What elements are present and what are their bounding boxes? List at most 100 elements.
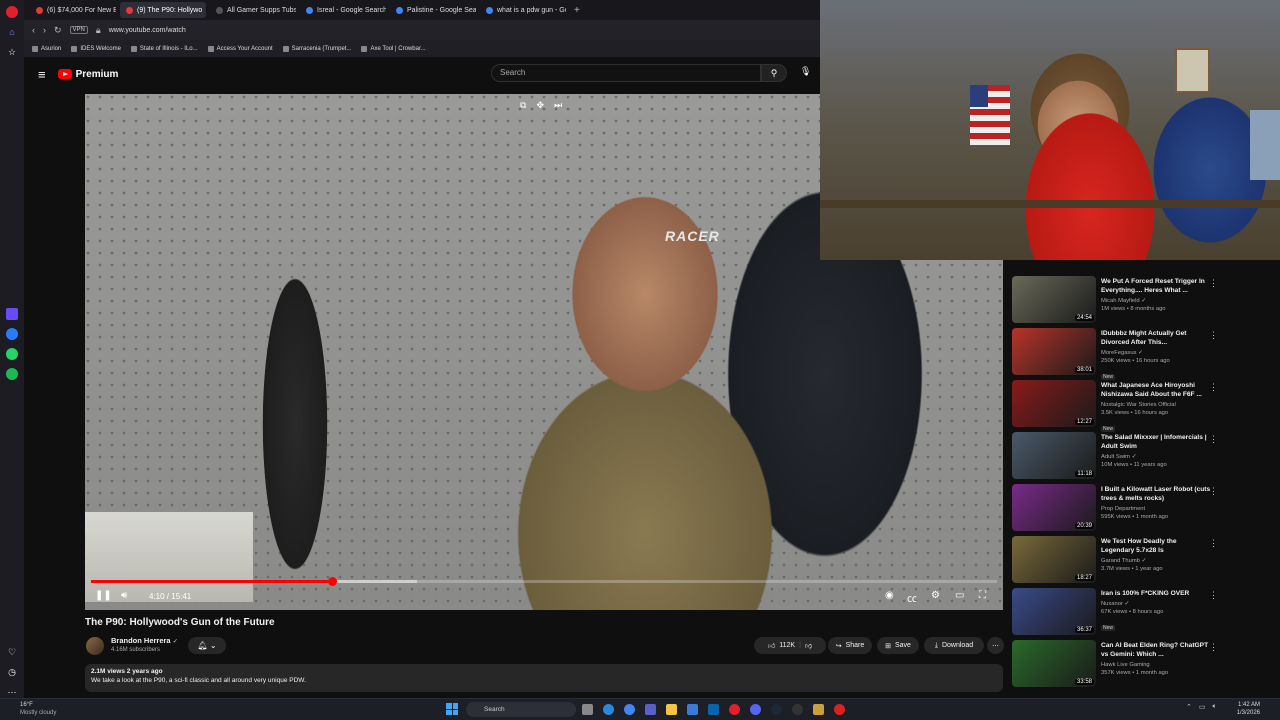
network-icon[interactable]: ▭ bbox=[1199, 703, 1206, 711]
search-input[interactable]: Search bbox=[491, 64, 761, 82]
miniplayer-icon[interactable]: ⧉ bbox=[520, 100, 526, 111]
recommended-channel[interactable]: Hawk Live Gaming bbox=[1101, 661, 1211, 669]
browser-tab[interactable]: Isreal - Google Search bbox=[300, 2, 386, 18]
url-field[interactable]: www.youtube.com/watch bbox=[109, 27, 186, 34]
recommended-channel[interactable]: Nostalgic War Stories Official bbox=[1101, 401, 1211, 409]
progress-bar[interactable] bbox=[91, 577, 997, 586]
app-icon[interactable] bbox=[813, 704, 824, 715]
reload-icon[interactable]: ↻ bbox=[54, 25, 62, 36]
home-icon[interactable]: ⌂ bbox=[6, 26, 18, 38]
notification-bell-button[interactable]: 🔔︎ ⌄ bbox=[188, 637, 226, 654]
video-thumbnail[interactable]: 33:58 bbox=[1012, 640, 1096, 687]
file-explorer-icon[interactable] bbox=[582, 704, 593, 715]
more-icon[interactable]: ⋯ bbox=[6, 686, 18, 698]
fullscreen-icon[interactable]: ⛶ bbox=[979, 590, 986, 601]
bookmark-item[interactable]: Asurion bbox=[32, 45, 61, 52]
back-icon[interactable]: ‹ bbox=[32, 25, 35, 35]
dislike-icon[interactable]: 👎︎ bbox=[805, 641, 812, 650]
video-thumbnail[interactable]: 18:27 bbox=[1012, 536, 1096, 583]
browser-tab[interactable]: (9) The P90: Hollywo bbox=[120, 2, 206, 18]
windows-start-icon[interactable] bbox=[446, 703, 458, 715]
browser-tab[interactable]: All Gamer Supps Tubs bbox=[210, 2, 296, 18]
discord-icon[interactable] bbox=[750, 704, 761, 715]
star-icon[interactable]: ☆ bbox=[6, 46, 18, 58]
recommended-channel[interactable]: Micah Mayfield ✓ bbox=[1101, 297, 1211, 305]
teams-icon[interactable] bbox=[645, 704, 656, 715]
recommended-video[interactable]: 33:58 Can AI Beat Elden Ring? ChatGPT vs … bbox=[1012, 640, 1222, 692]
download-button[interactable]: ⤓ Download bbox=[924, 637, 984, 654]
recommended-channel[interactable]: Prop Department bbox=[1101, 505, 1211, 513]
chrome-icon[interactable] bbox=[624, 704, 635, 715]
channel-name[interactable]: Brandon Herrera ✓ bbox=[111, 636, 178, 645]
recommended-channel[interactable]: Garand Thumb ✓ bbox=[1101, 557, 1211, 565]
bookmark-item[interactable]: State of Illinois - ILo... bbox=[130, 45, 198, 52]
share-button[interactable]: ↪ Share bbox=[828, 637, 872, 654]
edge-icon[interactable] bbox=[603, 704, 614, 715]
more-actions-button[interactable]: ⋯ bbox=[987, 637, 1004, 654]
pause-icon[interactable]: ❚❚ bbox=[95, 590, 112, 601]
autoplay-toggle-icon[interactable]: ◉ bbox=[885, 590, 894, 601]
recommended-title[interactable]: The Salad Mixxxer | Infomercials | Adult… bbox=[1101, 433, 1211, 451]
youtube-logo[interactable]: Premium bbox=[57, 69, 118, 80]
video-thumbnail[interactable]: 38:01 bbox=[1012, 328, 1096, 375]
channel-avatar[interactable] bbox=[86, 637, 104, 655]
recommended-title[interactable]: We Test How Deadly the Legendary 5.7x28 … bbox=[1101, 537, 1211, 555]
description-box[interactable]: 2.1M views 2 years ago We take a look at… bbox=[85, 664, 1003, 692]
video-thumbnail[interactable]: 11:18 bbox=[1012, 432, 1096, 479]
progress-scrubber[interactable] bbox=[327, 577, 337, 586]
recommended-title[interactable]: We Put A Forced Reset Trigger In Everyth… bbox=[1101, 277, 1211, 295]
store-icon[interactable] bbox=[687, 704, 698, 715]
obs-icon[interactable] bbox=[792, 704, 803, 715]
forward-icon[interactable]: › bbox=[43, 25, 46, 35]
bookmark-item[interactable]: Axe Tool | Crowbar... bbox=[361, 45, 426, 52]
more-options-icon[interactable]: ⋮ bbox=[1209, 642, 1218, 653]
settings-icon[interactable]: ⚙ bbox=[931, 590, 940, 601]
clock[interactable]: 1:42 AM 1/3/2026 bbox=[1224, 701, 1260, 717]
recommended-video[interactable]: 38:01 IDubbbz Might Actually Get Divorced… bbox=[1012, 328, 1222, 380]
browser-tab[interactable]: (6) $74,000 For New Book bbox=[30, 2, 116, 18]
like-icon[interactable]: 👍︎ bbox=[768, 641, 775, 650]
weather-widget[interactable]: 16°F Mostly cloudy bbox=[20, 701, 56, 717]
video-thumbnail[interactable]: 24:54 bbox=[1012, 276, 1096, 323]
opera-icon[interactable] bbox=[729, 704, 740, 715]
bookmark-item[interactable]: Sarracenia (Trumpet... bbox=[282, 45, 351, 52]
recommended-video[interactable]: 20:39 I Built a Kilowatt Laser Robot (cut… bbox=[1012, 484, 1222, 536]
recommended-video[interactable]: 11:18 The Salad Mixxxer | Infomercials | … bbox=[1012, 432, 1222, 484]
more-options-icon[interactable]: ⋮ bbox=[1209, 434, 1218, 445]
like-dislike-button[interactable]: 👍︎ 112K | 👎︎ bbox=[754, 637, 826, 654]
aria-icon[interactable] bbox=[6, 308, 18, 320]
folder-icon[interactable] bbox=[666, 704, 677, 715]
bookmark-item[interactable]: Access Your Account bbox=[207, 45, 273, 52]
heart-icon[interactable]: ♡ bbox=[6, 646, 18, 658]
speaker-icon[interactable]: 🔈︎ bbox=[1213, 703, 1217, 711]
chevron-up-icon[interactable]: ⌃ bbox=[1186, 703, 1192, 711]
opera-logo-icon[interactable] bbox=[6, 6, 18, 18]
bookmark-item[interactable]: IDES Welcome bbox=[71, 45, 121, 52]
taskbar-search[interactable]: Search bbox=[466, 702, 576, 717]
recommended-title[interactable]: I Built a Kilowatt Laser Robot (cuts tre… bbox=[1101, 485, 1211, 503]
recommended-channel[interactable]: MoreFegasus ✓ bbox=[1101, 349, 1211, 357]
more-options-icon[interactable]: ⋮ bbox=[1209, 590, 1218, 601]
more-options-icon[interactable]: ⋮ bbox=[1209, 278, 1218, 289]
record-icon[interactable] bbox=[834, 704, 845, 715]
steam-icon[interactable] bbox=[771, 704, 782, 715]
browser-tab[interactable]: Palistine - Google Search bbox=[390, 2, 476, 18]
more-options-icon[interactable]: ⋮ bbox=[1209, 486, 1218, 497]
spotify-icon[interactable] bbox=[6, 368, 18, 380]
new-tab-button[interactable]: + bbox=[570, 5, 584, 16]
menu-icon[interactable]: ≡ bbox=[38, 67, 46, 82]
history-icon[interactable]: ◷ bbox=[6, 666, 18, 678]
recommended-video[interactable]: 18:27 We Test How Deadly the Legendary 5.… bbox=[1012, 536, 1222, 588]
recommended-title[interactable]: Iran is 100% F*CKING OVER bbox=[1101, 589, 1211, 598]
outlook-icon[interactable] bbox=[708, 704, 719, 715]
recommended-title[interactable]: What Japanese Ace Hiroyoshi Nishizawa Sa… bbox=[1101, 381, 1211, 399]
vpn-badge[interactable]: VPN bbox=[69, 26, 88, 34]
expand-icon[interactable]: ✥ bbox=[536, 100, 544, 111]
captions-icon[interactable]: ㏄ bbox=[907, 590, 917, 605]
recommended-video[interactable]: 36:37 Iran is 100% F*CKING OVER Nuxanor ✓ 6… bbox=[1012, 588, 1222, 640]
theater-icon[interactable]: ▭ bbox=[955, 590, 964, 601]
recommended-title[interactable]: Can AI Beat Elden Ring? ChatGPT vs Gemin… bbox=[1101, 641, 1211, 659]
video-thumbnail[interactable]: 36:37 bbox=[1012, 588, 1096, 635]
recommended-video[interactable]: 24:54 We Put A Forced Reset Trigger In Ev… bbox=[1012, 276, 1222, 328]
recommended-channel[interactable]: Nuxanor ✓ bbox=[1101, 600, 1211, 608]
